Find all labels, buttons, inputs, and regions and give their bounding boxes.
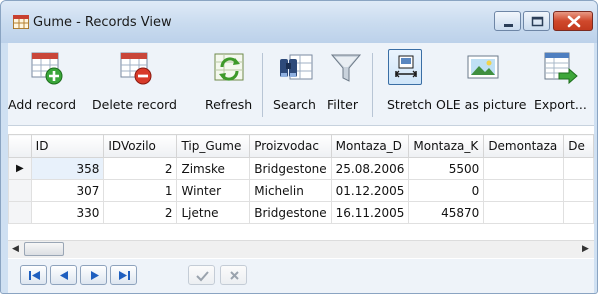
prev-record-icon (60, 271, 68, 280)
stretch-label: Stretch (387, 97, 433, 112)
export-label: Export... (534, 97, 587, 112)
last-record-button[interactable] (110, 265, 137, 285)
cell-id[interactable]: 330 (30, 201, 105, 224)
minimize-button[interactable] (494, 11, 521, 31)
column-header-montaza-k[interactable]: Montaza_K (408, 134, 485, 158)
stretch-icon (395, 55, 417, 78)
horizontal-scrollbar[interactable]: ◀ ▶ (8, 240, 594, 258)
stretch-toggle-button[interactable]: Stretch (378, 43, 434, 125)
cell-tip-gume[interactable]: Zimske (176, 157, 251, 180)
maximize-icon (531, 16, 544, 27)
scroll-left-icon[interactable]: ◀ (12, 244, 19, 254)
cell-id[interactable]: 307 (30, 179, 105, 202)
filter-funnel-icon (330, 54, 362, 82)
cell-proizvodac[interactable]: Bridgestone (249, 157, 332, 180)
current-row-indicator-icon[interactable]: ▶ (8, 157, 32, 180)
cell-idvozilo[interactable]: 2 (103, 201, 178, 224)
cell-montaza-d[interactable]: 25.08.2006 (330, 157, 410, 180)
cell-de[interactable] (563, 201, 594, 224)
table-row[interactable]: ▶ 358 2 Zimske Bridgestone 25.08.2006 55… (8, 157, 594, 180)
add-record-button[interactable]: Add record (8, 43, 88, 125)
row-indicator[interactable] (8, 201, 32, 224)
column-header-tip-gume[interactable]: Tip_Gume (176, 134, 251, 158)
cell-demontaza[interactable] (483, 179, 565, 202)
last-record-icon (119, 271, 130, 280)
cell-de[interactable] (563, 157, 594, 180)
cell-de[interactable] (563, 179, 594, 202)
refresh-label: Refresh (205, 97, 253, 112)
prev-record-button[interactable] (50, 265, 77, 285)
add-record-label: Add record (8, 97, 77, 112)
scrollbar-thumb[interactable] (24, 242, 64, 256)
cancel-x-icon (230, 271, 239, 280)
table-row[interactable]: 330 2 Ljetne Bridgestone 16.11.2005 4587… (8, 201, 594, 224)
row-indicator[interactable] (8, 179, 32, 202)
cell-montaza-k[interactable]: 0 (408, 179, 485, 202)
next-record-button[interactable] (80, 265, 107, 285)
ole-picture-icon (467, 55, 499, 79)
close-icon (567, 15, 581, 28)
maximize-button[interactable] (523, 11, 550, 31)
cell-montaza-k[interactable]: 5500 (408, 157, 485, 180)
toolbar-separator (262, 53, 263, 117)
export-button[interactable]: Export... (532, 43, 592, 125)
filter-label: Filter (327, 97, 358, 112)
record-navigator (8, 259, 594, 293)
filter-button[interactable]: Filter (324, 43, 368, 125)
first-record-button[interactable] (20, 265, 47, 285)
column-header-montaza-d[interactable]: Montaza_D (330, 134, 410, 158)
ole-as-picture-label: OLE as picture (436, 97, 527, 112)
cell-montaza-d[interactable]: 01.12.2005 (330, 179, 410, 202)
records-view-window: Gume - Records View Add record Delete re… (0, 0, 598, 294)
post-check-icon (196, 271, 209, 282)
delete-record-button[interactable]: Delete record (89, 43, 180, 125)
header-row: ID IDVozilo Tip_Gume Proizvodac Montaza_… (8, 134, 594, 158)
close-button[interactable] (553, 11, 593, 31)
records-grid[interactable]: ID IDVozilo Tip_Gume Proizvodac Montaza_… (8, 125, 594, 260)
search-label: Search (273, 97, 316, 112)
search-binoculars-icon (280, 54, 313, 80)
refresh-icon (214, 53, 244, 81)
window-title: Gume - Records View (33, 15, 172, 30)
table-row[interactable]: 307 1 Winter Michelin 01.12.2005 0 (8, 179, 594, 202)
ole-as-picture-button[interactable]: OLE as picture (434, 43, 528, 125)
column-header-idvozilo[interactable]: IDVozilo (103, 134, 178, 158)
cell-demontaza[interactable] (483, 201, 565, 224)
column-header-id[interactable]: ID (30, 134, 105, 158)
cell-idvozilo[interactable]: 1 (103, 179, 178, 202)
cell-proizvodac[interactable]: Bridgestone (249, 201, 332, 224)
cell-id[interactable]: 358 (30, 157, 105, 180)
column-header-proizvodac[interactable]: Proizvodac (249, 134, 332, 158)
add-record-icon (31, 52, 63, 85)
cell-idvozilo[interactable]: 2 (103, 157, 178, 180)
search-button[interactable]: Search (270, 43, 322, 125)
title-bar[interactable]: Gume - Records View (1, 1, 597, 43)
records-table: ID IDVozilo Tip_Gume Proizvodac Montaza_… (8, 134, 594, 224)
delete-record-label: Delete record (92, 97, 177, 112)
refresh-button[interactable]: Refresh (202, 43, 254, 125)
cell-tip-gume[interactable]: Ljetne (176, 201, 251, 224)
column-header-de[interactable]: De (563, 134, 594, 158)
cell-proizvodac[interactable]: Michelin (249, 179, 332, 202)
indicator-header (8, 134, 32, 158)
export-icon (544, 52, 578, 85)
delete-record-icon (120, 52, 152, 85)
minimize-icon (504, 24, 513, 27)
cell-tip-gume[interactable]: Winter (176, 179, 251, 202)
cell-montaza-k[interactable]: 45870 (408, 201, 485, 224)
cell-montaza-d[interactable]: 16.11.2005 (330, 201, 410, 224)
post-edit-button[interactable] (188, 265, 215, 285)
app-table-icon (13, 15, 29, 29)
next-record-icon (91, 271, 99, 280)
toolbar: Add record Delete record Refresh Search … (8, 43, 594, 125)
scroll-right-icon[interactable]: ▶ (582, 244, 589, 254)
cancel-edit-button[interactable] (220, 265, 247, 285)
toolbar-separator (372, 53, 373, 117)
first-record-icon (29, 271, 40, 280)
cell-demontaza[interactable] (483, 157, 565, 180)
column-header-demontaza[interactable]: Demontaza (483, 134, 565, 158)
